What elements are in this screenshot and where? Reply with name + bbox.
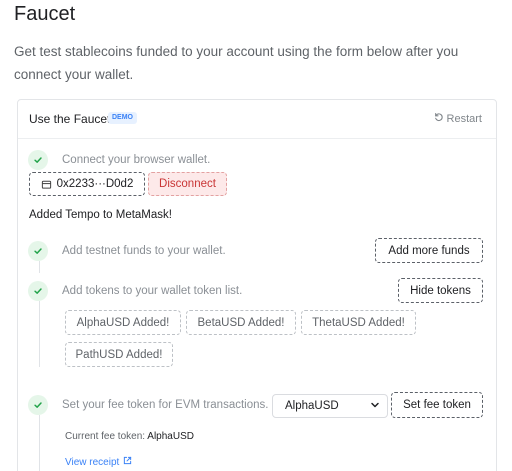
external-link-icon xyxy=(123,456,132,468)
restart-button[interactable]: Restart xyxy=(434,112,482,125)
step-connector xyxy=(39,415,40,471)
check-icon xyxy=(34,248,42,254)
step-connector xyxy=(39,261,40,273)
current-fee-token-label: Current fee token: xyxy=(65,431,148,442)
token-added-badge: PathUSD Added! xyxy=(65,342,173,367)
view-receipt-label: View receipt xyxy=(65,456,120,468)
status-message: Added Tempo to MetaMask! xyxy=(29,209,172,221)
fee-token-selected: AlphaUSD xyxy=(285,400,339,412)
check-icon xyxy=(34,288,42,294)
card-title: Use the Faucet xyxy=(29,112,111,126)
step-complete-check xyxy=(28,150,48,170)
current-fee-token: Current fee token: AlphaUSD xyxy=(65,431,194,442)
fee-token-select[interactable]: AlphaUSD xyxy=(272,394,388,418)
page-description: Get test stablecoins funded to your acco… xyxy=(14,44,459,82)
set-fee-token-button[interactable]: Set fee token xyxy=(391,392,483,418)
wallet-address: 0x2233···D0d2 xyxy=(56,178,134,190)
restart-icon xyxy=(434,112,444,125)
restart-label: Restart xyxy=(446,112,482,125)
step-funds-text: Add testnet funds to your wallet. xyxy=(62,245,226,257)
wallet-address-button[interactable]: 0x2233···D0d2 xyxy=(29,172,145,196)
card-header: Use the Faucet DEMO Restart xyxy=(18,100,496,139)
faucet-card: Use the Faucet DEMO Restart Connect your… xyxy=(17,99,497,471)
step-fee-text: Set your fee token for EVM transactions. xyxy=(62,399,269,411)
demo-badge: DEMO xyxy=(108,112,137,124)
token-added-badge: BetaUSD Added! xyxy=(186,310,296,335)
page-title: Faucet xyxy=(14,3,76,25)
token-added-badge: AlphaUSD Added! xyxy=(65,310,181,335)
step-connector xyxy=(39,301,40,367)
chevron-down-icon xyxy=(370,400,380,413)
check-icon xyxy=(34,157,42,163)
token-added-badge: ThetaUSD Added! xyxy=(301,310,416,335)
step-complete-check xyxy=(28,281,48,301)
step-connect-text: Connect your browser wallet. xyxy=(62,154,211,166)
disconnect-button[interactable]: Disconnect xyxy=(148,172,227,196)
wallet-icon xyxy=(41,179,52,190)
step-tokens-text: Add tokens to your wallet token list. xyxy=(62,285,243,297)
add-more-funds-button[interactable]: Add more funds xyxy=(375,238,483,263)
step-complete-check xyxy=(28,241,48,261)
current-fee-token-value: AlphaUSD xyxy=(147,431,194,442)
view-receipt-link[interactable]: View receipt xyxy=(65,456,132,468)
step-complete-check xyxy=(28,395,48,415)
hide-tokens-button[interactable]: Hide tokens xyxy=(398,278,483,303)
check-icon xyxy=(34,402,42,408)
